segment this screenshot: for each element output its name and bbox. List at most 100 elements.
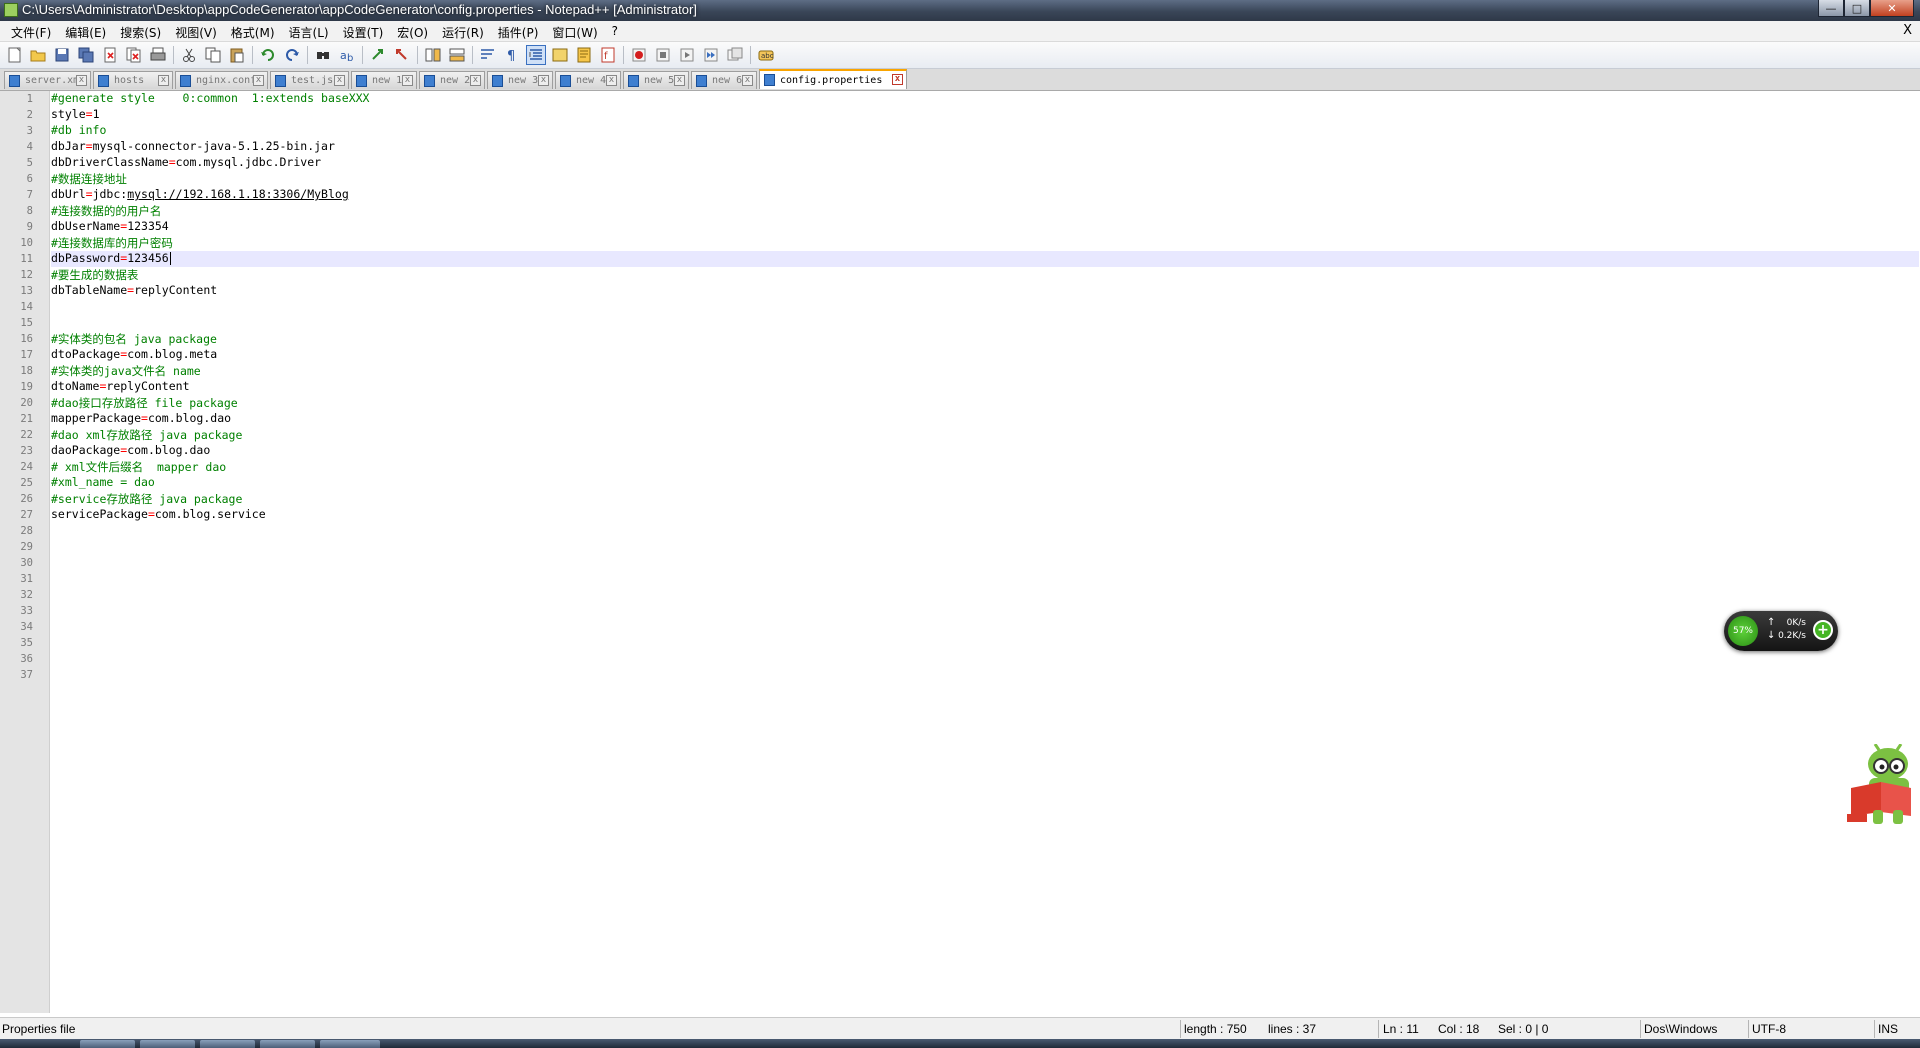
status-encoding[interactable]: UTF-8 <box>1752 1022 1786 1036</box>
menu-item[interactable]: 搜索(S) <box>113 24 168 41</box>
sync-horizontal-icon[interactable] <box>447 45 467 65</box>
sync-vertical-icon[interactable] <box>423 45 443 65</box>
document-tab[interactable]: new 2x <box>419 71 485 89</box>
tab-close-icon[interactable]: x <box>674 75 685 86</box>
menu-item[interactable]: 插件(P) <box>491 24 546 41</box>
indent-guide-icon[interactable] <box>526 45 546 65</box>
code-line[interactable] <box>51 587 1919 603</box>
code-line[interactable]: #service存放路径 java package <box>51 491 1919 507</box>
code-line[interactable]: dtoPackage=com.blog.meta <box>51 347 1919 363</box>
function-list-icon[interactable]: f <box>598 45 618 65</box>
close-icon[interactable] <box>100 45 120 65</box>
save-icon[interactable] <box>52 45 72 65</box>
zoom-out-icon[interactable] <box>392 45 412 65</box>
undo-icon[interactable] <box>258 45 278 65</box>
macro-save-icon[interactable] <box>725 45 745 65</box>
paste-icon[interactable] <box>227 45 247 65</box>
replace-icon[interactable]: ab <box>337 45 357 65</box>
tab-close-icon[interactable]: x <box>76 75 87 86</box>
user-defined-language-icon[interactable] <box>550 45 570 65</box>
code-line[interactable]: dbJar=mysql-connector-java-5.1.25-bin.ja… <box>51 139 1919 155</box>
document-tab[interactable]: server.xml x <box>4 71 91 89</box>
doc-map-icon[interactable] <box>574 45 594 65</box>
code-line[interactable]: style=1 <box>51 107 1919 123</box>
menu-item[interactable]: 格式(M) <box>224 24 282 41</box>
close-window-button[interactable]: ✕ <box>1870 0 1914 17</box>
document-tab[interactable]: new 1x <box>351 71 417 89</box>
new-file-icon[interactable] <box>4 45 24 65</box>
document-tab[interactable]: new 5x <box>623 71 689 89</box>
code-line[interactable]: #xml_name = dao <box>51 475 1919 491</box>
menu-item[interactable]: 编辑(E) <box>58 24 113 41</box>
document-tab[interactable]: config.properties x <box>759 69 907 89</box>
code-line[interactable] <box>51 539 1919 555</box>
taskbar-item[interactable] <box>260 1040 315 1048</box>
tab-close-icon[interactable]: x <box>538 75 549 86</box>
taskbar-item[interactable] <box>140 1040 195 1048</box>
code-line[interactable]: mapperPackage=com.blog.dao <box>51 411 1919 427</box>
line-number-gutter[interactable]: 1 2 3 4 5 6 7 8 9 10 11 12 13 14 15 16 17 18 19 20 21 22 23 24 2… <box>0 91 50 1013</box>
document-tab[interactable]: test.js x <box>270 71 349 89</box>
print-icon[interactable] <box>148 45 168 65</box>
taskbar-item[interactable] <box>320 1040 380 1048</box>
document-tab[interactable]: nginx.conf x <box>175 71 268 89</box>
code-line[interactable]: #连接数据的的用户名 <box>51 203 1919 219</box>
tab-close-icon[interactable]: x <box>402 75 413 86</box>
code-line[interactable]: #数据连接地址 <box>51 171 1919 187</box>
menu-item[interactable]: 视图(V) <box>168 24 224 41</box>
code-line[interactable]: #db info <box>51 123 1919 139</box>
code-line[interactable] <box>51 619 1919 635</box>
tab-close-icon[interactable]: x <box>334 75 345 86</box>
save-all-icon[interactable] <box>76 45 96 65</box>
code-line[interactable]: dbTableName=replyContent <box>51 283 1919 299</box>
code-line[interactable]: #要生成的数据表 <box>51 267 1919 283</box>
macro-play-icon[interactable] <box>677 45 697 65</box>
reading-robot-mascot-icon[interactable] <box>1843 743 1920 826</box>
zoom-in-icon[interactable] <box>368 45 388 65</box>
code-line[interactable] <box>51 667 1919 683</box>
code-line[interactable]: #dao接口存放路径 file package <box>51 395 1919 411</box>
menu-item[interactable]: 窗口(W) <box>545 24 604 41</box>
copy-icon[interactable] <box>203 45 223 65</box>
code-line[interactable]: dbDriverClassName=com.mysql.jdbc.Driver <box>51 155 1919 171</box>
code-line[interactable] <box>51 299 1919 315</box>
document-tab[interactable]: new 6x <box>691 71 757 89</box>
url-link[interactable]: mysql://192.168.1.18:3306/MyBlog <box>127 187 349 201</box>
show-all-chars-icon[interactable]: ¶ <box>502 45 522 65</box>
tab-close-icon[interactable]: x <box>892 74 903 85</box>
accelerate-plus-icon[interactable]: + <box>1813 620 1833 640</box>
taskbar-item[interactable] <box>200 1040 255 1048</box>
document-tab[interactable]: new 4x <box>555 71 621 89</box>
network-speed-widget[interactable]: 57% ↑ ↓ 0K/s 0.2K/s + <box>1724 611 1838 651</box>
tab-close-icon[interactable]: x <box>470 75 481 86</box>
menu-item[interactable]: 设置(T) <box>336 24 391 41</box>
minimize-button[interactable]: — <box>1818 0 1844 17</box>
find-icon[interactable] <box>313 45 333 65</box>
code-line[interactable] <box>51 635 1919 651</box>
close-all-icon[interactable] <box>124 45 144 65</box>
macro-record-icon[interactable] <box>629 45 649 65</box>
open-file-icon[interactable] <box>28 45 48 65</box>
menu-item[interactable]: 运行(R) <box>435 24 491 41</box>
code-line[interactable] <box>51 315 1919 331</box>
code-line[interactable]: #dao xml存放路径 java package <box>51 427 1919 443</box>
code-line[interactable]: dbUrl=jdbc:mysql://192.168.1.18:3306/MyB… <box>51 187 1919 203</box>
code-line[interactable] <box>51 603 1919 619</box>
maximize-button[interactable]: □ <box>1844 0 1870 17</box>
code-line[interactable] <box>51 523 1919 539</box>
code-line[interactable]: #实体类的java文件名 name <box>51 363 1919 379</box>
document-tab[interactable]: new 3x <box>487 71 553 89</box>
macro-play-multiple-icon[interactable] <box>701 45 721 65</box>
tab-close-icon[interactable]: x <box>742 75 753 86</box>
code-line[interactable] <box>51 571 1919 587</box>
code-line[interactable]: dbPassword=123456 <box>51 251 1919 267</box>
cut-icon[interactable] <box>179 45 199 65</box>
status-insert-mode[interactable]: INS <box>1878 1022 1898 1036</box>
word-wrap-icon[interactable] <box>478 45 498 65</box>
document-tab[interactable]: hosts x <box>93 71 173 89</box>
editor-area[interactable]: 1 2 3 4 5 6 7 8 9 10 11 12 13 14 15 16 17 18 19 20 21 22 23 24 2… <box>0 91 1920 1013</box>
tab-close-icon[interactable]: x <box>253 75 264 86</box>
code-line[interactable] <box>51 555 1919 571</box>
macro-stop-icon[interactable] <box>653 45 673 65</box>
code-line[interactable]: # xml文件后缀名 mapper dao <box>51 459 1919 475</box>
